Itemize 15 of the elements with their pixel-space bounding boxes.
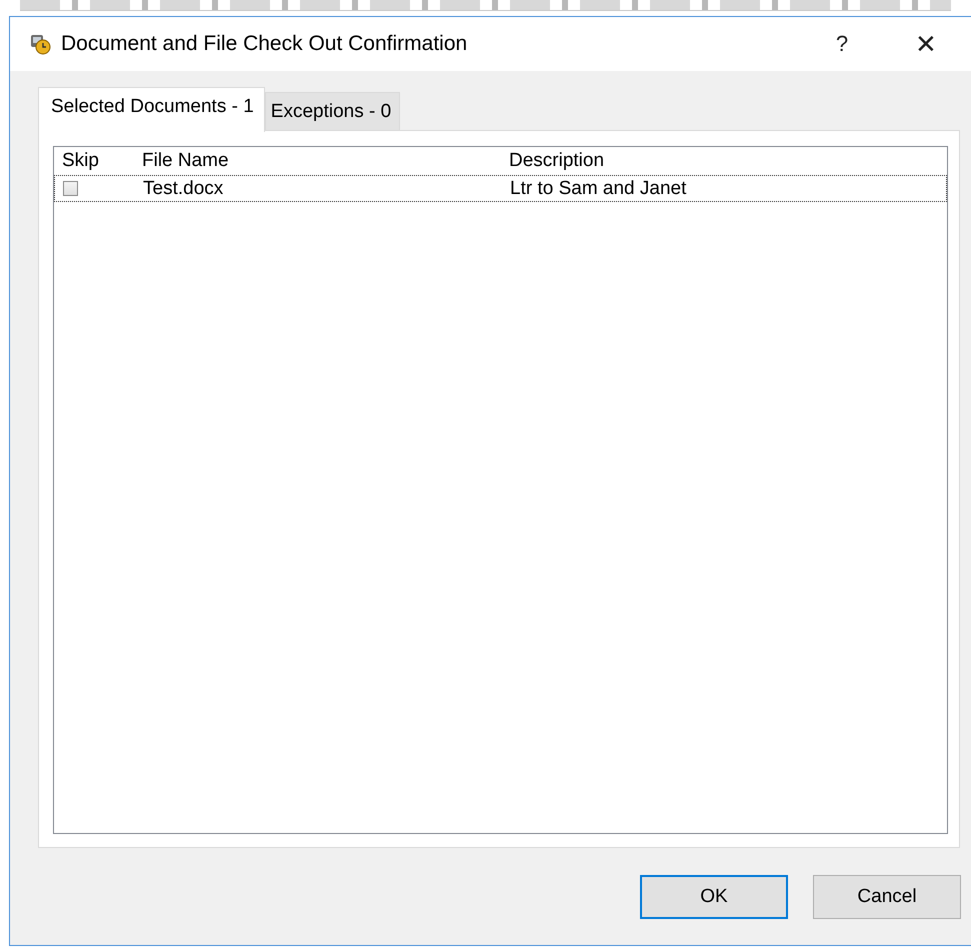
help-button[interactable]: ? — [830, 31, 854, 57]
ok-button[interactable]: OK — [640, 875, 788, 919]
table-cell: Ltr to Sam and Janet — [510, 178, 686, 200]
close-button[interactable]: ✕ — [906, 28, 946, 60]
column-header[interactable]: Description — [509, 150, 604, 172]
column-header[interactable]: Skip — [54, 150, 142, 172]
cancel-button[interactable]: Cancel — [813, 875, 961, 919]
window-title: Document and File Check Out Confirmation — [61, 32, 468, 56]
column-header[interactable]: File Name — [142, 150, 509, 172]
table-cell-text: Test.docx — [143, 178, 224, 200]
tab[interactable]: Exceptions - 0 — [264, 92, 400, 130]
clock-icon — [29, 33, 51, 55]
table-row[interactable]: Test.docx Ltr to Sam and Janet — [54, 175, 947, 202]
skip-checkbox[interactable] — [63, 180, 78, 196]
tab[interactable]: Selected Documents - 1 — [38, 87, 265, 132]
